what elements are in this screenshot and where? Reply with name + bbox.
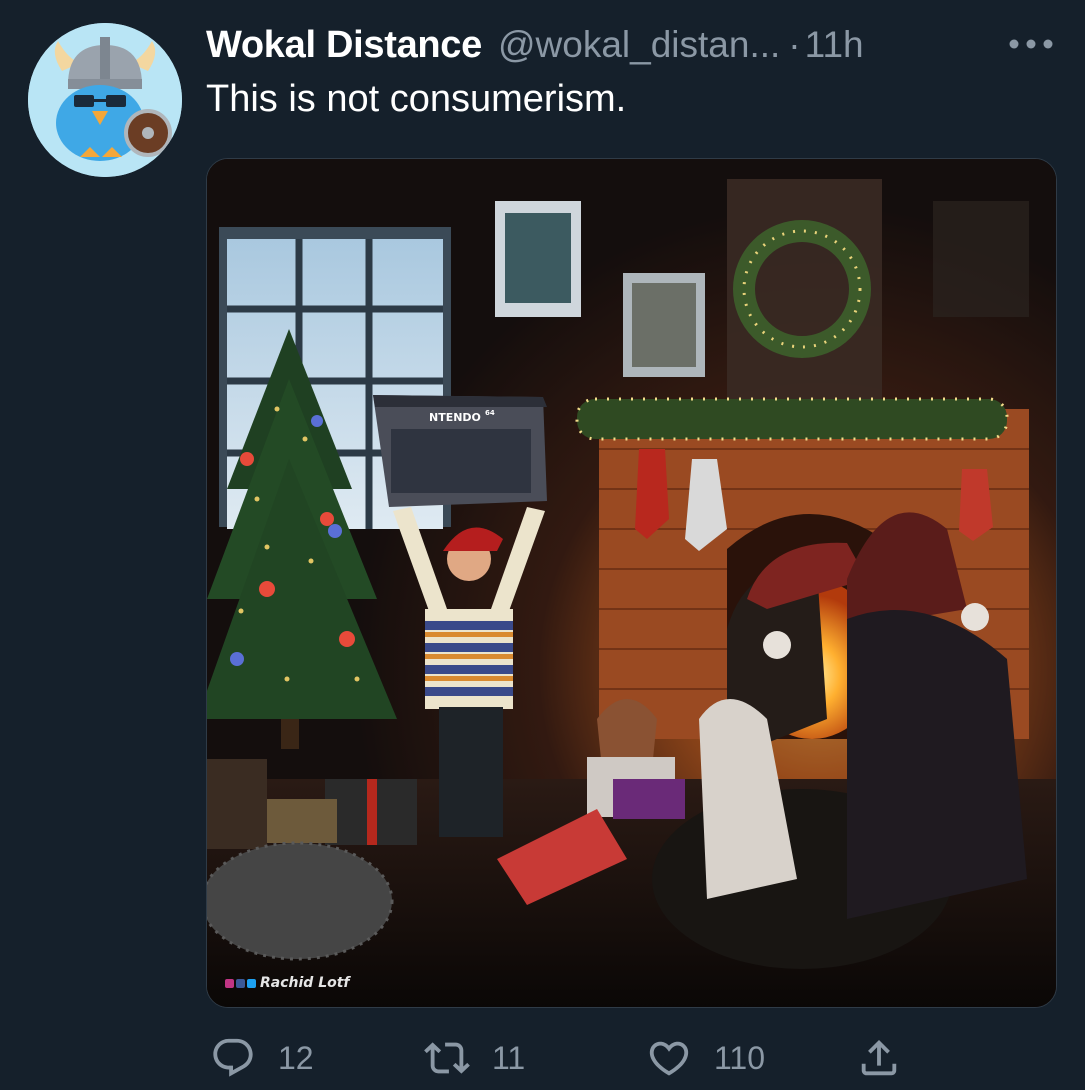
- share-icon: [861, 1039, 897, 1076]
- reply-icon: [213, 1038, 253, 1077]
- like-button[interactable]: 110: [646, 1030, 765, 1086]
- author-avatar[interactable]: [28, 23, 182, 177]
- christmas-scene-illustration: NTENDO 64: [207, 159, 1056, 1007]
- separator-dot: ·: [788, 24, 801, 65]
- more-options-button[interactable]: [1007, 20, 1055, 68]
- like-count: 110: [714, 1039, 766, 1076]
- tweet-timestamp[interactable]: 11h: [805, 24, 864, 66]
- more-horizontal-icon: [1009, 39, 1053, 49]
- instagram-icon: [225, 978, 234, 988]
- facebook-icon: [236, 978, 245, 988]
- retweet-button[interactable]: 11: [424, 1030, 525, 1086]
- box-superscript: 64: [485, 409, 495, 417]
- reply-button[interactable]: 12: [210, 1030, 314, 1086]
- retweet-icon: [424, 1042, 470, 1074]
- reply-count: 12: [278, 1039, 314, 1076]
- tweet-text: This is not consumerism.: [206, 78, 627, 120]
- author-handle[interactable]: @wokal_distan...: [498, 24, 780, 66]
- like-icon: [649, 1041, 689, 1076]
- author-display-name[interactable]: Wokal Distance: [206, 24, 482, 67]
- tweet-media-image[interactable]: NTENDO 64 Rachid Lotf: [206, 158, 1057, 1008]
- viking-bird-avatar-icon: [28, 23, 182, 177]
- tweet-header: Wokal Distance @wokal_distan... · 11h: [206, 20, 1061, 70]
- retweet-count: 11: [492, 1039, 526, 1076]
- tweet-actions: 12 11 110: [206, 1030, 966, 1090]
- box-label: NTENDO: [429, 411, 481, 424]
- twitter-icon: [247, 978, 256, 988]
- image-watermark: Rachid Lotf: [225, 975, 350, 991]
- watermark-text: Rachid Lotf: [260, 975, 350, 991]
- share-button[interactable]: [856, 1030, 902, 1086]
- social-icons: [225, 978, 256, 988]
